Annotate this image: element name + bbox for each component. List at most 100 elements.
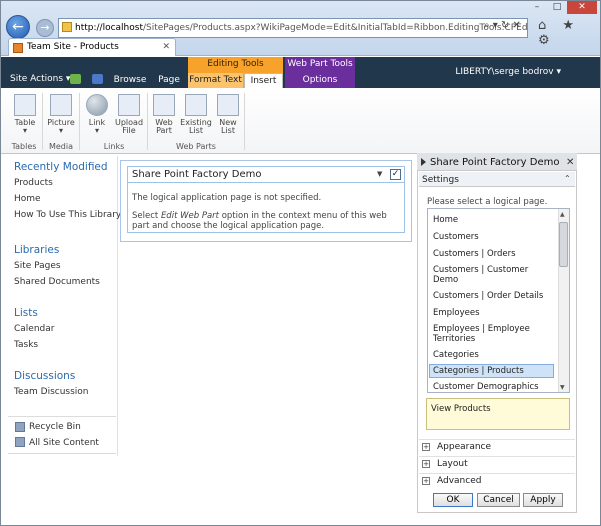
nav-item-calendar[interactable]: Calendar (14, 324, 54, 334)
window-controls: – □ ✕ (527, 0, 597, 14)
list-item[interactable]: Customers | Customer Demo (433, 265, 551, 285)
nav-item-shared-documents[interactable]: Shared Documents (14, 277, 100, 287)
forward-button[interactable]: → (36, 19, 54, 37)
page-description-box (426, 398, 570, 430)
new-list-button[interactable]: New List (215, 94, 241, 135)
tool-pane-arrow-icon (421, 158, 426, 166)
address-bar[interactable]: http://localhost/SitePages/Products.aspx… (58, 18, 528, 38)
nav-item-home[interactable]: Home (14, 194, 41, 204)
navigate-up-icon[interactable] (70, 74, 81, 84)
scroll-up-icon[interactable]: ▲ (560, 211, 565, 218)
browser-tab[interactable]: Team Site - Products ✕ (8, 38, 176, 56)
tool-pane-title: Share Point Factory Demo (430, 157, 560, 168)
select-page-label: Please select a logical page. (427, 197, 548, 207)
scroll-thumb[interactable] (559, 222, 568, 267)
back-button[interactable]: ← (6, 15, 30, 39)
address-actions[interactable]: ⌕ ▾ ↻ ✕ (484, 20, 521, 31)
instructions-emphasis: Edit Web Part (160, 211, 219, 221)
list-item-selected[interactable]: Categories | Products (429, 364, 554, 378)
page-description: View Products (431, 404, 491, 414)
recycle-bin-icon (15, 422, 25, 432)
expand-icon[interactable]: + (422, 477, 430, 485)
expand-icon[interactable]: + (422, 443, 430, 451)
nav-heading-libraries[interactable]: Libraries (14, 244, 59, 256)
tab-page[interactable]: Page (152, 73, 186, 88)
nav-heading-lists[interactable]: Lists (14, 307, 38, 319)
group-links-label: Links (103, 142, 125, 151)
nav-item-tasks[interactable]: Tasks (14, 340, 38, 350)
list-item[interactable]: Home (433, 215, 458, 225)
site-actions-menu[interactable]: Site Actions ▾ (10, 74, 70, 84)
settings-label: Settings (422, 175, 459, 185)
list-item[interactable]: Categories (433, 350, 479, 360)
picture-dropdown-icon: ▾ (58, 126, 63, 135)
nav-item-how-to[interactable]: How To Use This Library (14, 210, 121, 220)
expand-icon[interactable]: + (422, 460, 430, 468)
minimize-button[interactable]: – (527, 0, 547, 14)
section-layout-label[interactable]: Layout (437, 459, 468, 469)
toolbar-icons[interactable]: ⌂ ★ ⚙ (538, 18, 601, 48)
web-part-tools-label: Web Part Tools (287, 59, 353, 69)
nav-item-recycle-bin[interactable]: Recycle Bin (29, 422, 81, 432)
table-dropdown-icon: ▾ (22, 126, 27, 135)
web-part-menu-icon[interactable]: ▼ (377, 170, 382, 178)
address-host: http://localhost (75, 23, 143, 33)
ok-button[interactable]: OK (433, 493, 473, 507)
left-nav-border (117, 156, 118, 456)
existing-list-icon (185, 94, 207, 116)
user-menu[interactable]: LIBERTY\serge bodrov ▾ (455, 67, 561, 77)
upload-label-2: File (122, 126, 136, 135)
web-part-message: The logical application page is not spec… (132, 193, 322, 203)
list-item[interactable]: Customers | Order Details (433, 291, 543, 301)
globe-link-icon (86, 94, 108, 116)
new-list-label-2: List (221, 126, 235, 135)
picture-button[interactable]: Picture ▾ (46, 94, 76, 135)
list-item[interactable]: Employees | Employee Territories (433, 324, 551, 344)
collapse-icon[interactable]: ⌃ (564, 174, 571, 183)
tool-pane-close-icon[interactable]: ✕ (566, 157, 574, 168)
tab-browse[interactable]: Browse (110, 73, 150, 88)
scroll-down-icon[interactable]: ▼ (560, 384, 565, 391)
tab-format-text[interactable]: Format Text (188, 73, 243, 88)
web-part-select-checkbox[interactable]: ✓ (390, 169, 401, 180)
web-part-button[interactable]: Web Part (151, 94, 177, 135)
editing-tools-label: Editing Tools (207, 59, 264, 69)
nav-item-site-pages[interactable]: Site Pages (14, 261, 61, 271)
table-button[interactable]: Table ▾ (11, 94, 39, 135)
group-web-parts-label: Web Parts (176, 142, 216, 151)
tab-close-icon[interactable]: ✕ (162, 39, 170, 56)
nav-heading-recently-modified[interactable]: Recently Modified (14, 161, 108, 173)
list-item[interactable]: Customer Demographics (433, 382, 539, 392)
browser-tab-title: Team Site - Products (27, 42, 119, 52)
list-item[interactable]: Employees (433, 308, 480, 318)
group-tables-label: Tables (11, 142, 37, 151)
maximize-button[interactable]: □ (547, 0, 567, 14)
tab-options[interactable]: Options (285, 73, 355, 88)
edit-page-icon[interactable] (92, 74, 103, 84)
section-appearance-label[interactable]: Appearance (437, 442, 491, 452)
existing-list-button[interactable]: Existing List (179, 94, 213, 135)
group-separator (79, 93, 80, 150)
address-path: /SitePages/Products.aspx?WikiPageMode=Ed… (142, 23, 528, 33)
cancel-button[interactable]: Cancel (477, 493, 520, 507)
sharepoint-favicon-icon (13, 43, 23, 53)
close-window-button[interactable]: ✕ (567, 0, 597, 14)
nav-heading-discussions[interactable]: Discussions (14, 370, 75, 382)
apply-button[interactable]: Apply (523, 493, 563, 507)
list-item[interactable]: Customers | Orders (433, 249, 516, 259)
upload-file-button[interactable]: Upload File (113, 94, 145, 135)
web-part-instructions: Select Edit Web Part option in the conte… (132, 211, 402, 231)
nav-item-all-site-content[interactable]: All Site Content (29, 438, 99, 448)
link-button[interactable]: Link ▾ (84, 94, 110, 135)
list-item[interactable]: Customers (433, 232, 479, 242)
web-part-icon (153, 94, 175, 116)
group-separator (244, 93, 245, 150)
tab-insert[interactable]: Insert (244, 73, 283, 88)
web-part-title: Share Point Factory Demo (132, 169, 262, 180)
nav-item-team-discussion[interactable]: Team Discussion (14, 387, 89, 397)
all-site-content-icon (15, 437, 25, 447)
nav-item-products[interactable]: Products (14, 178, 53, 188)
link-dropdown-icon: ▾ (94, 126, 99, 135)
section-advanced-label[interactable]: Advanced (437, 476, 481, 486)
table-icon (14, 94, 36, 116)
